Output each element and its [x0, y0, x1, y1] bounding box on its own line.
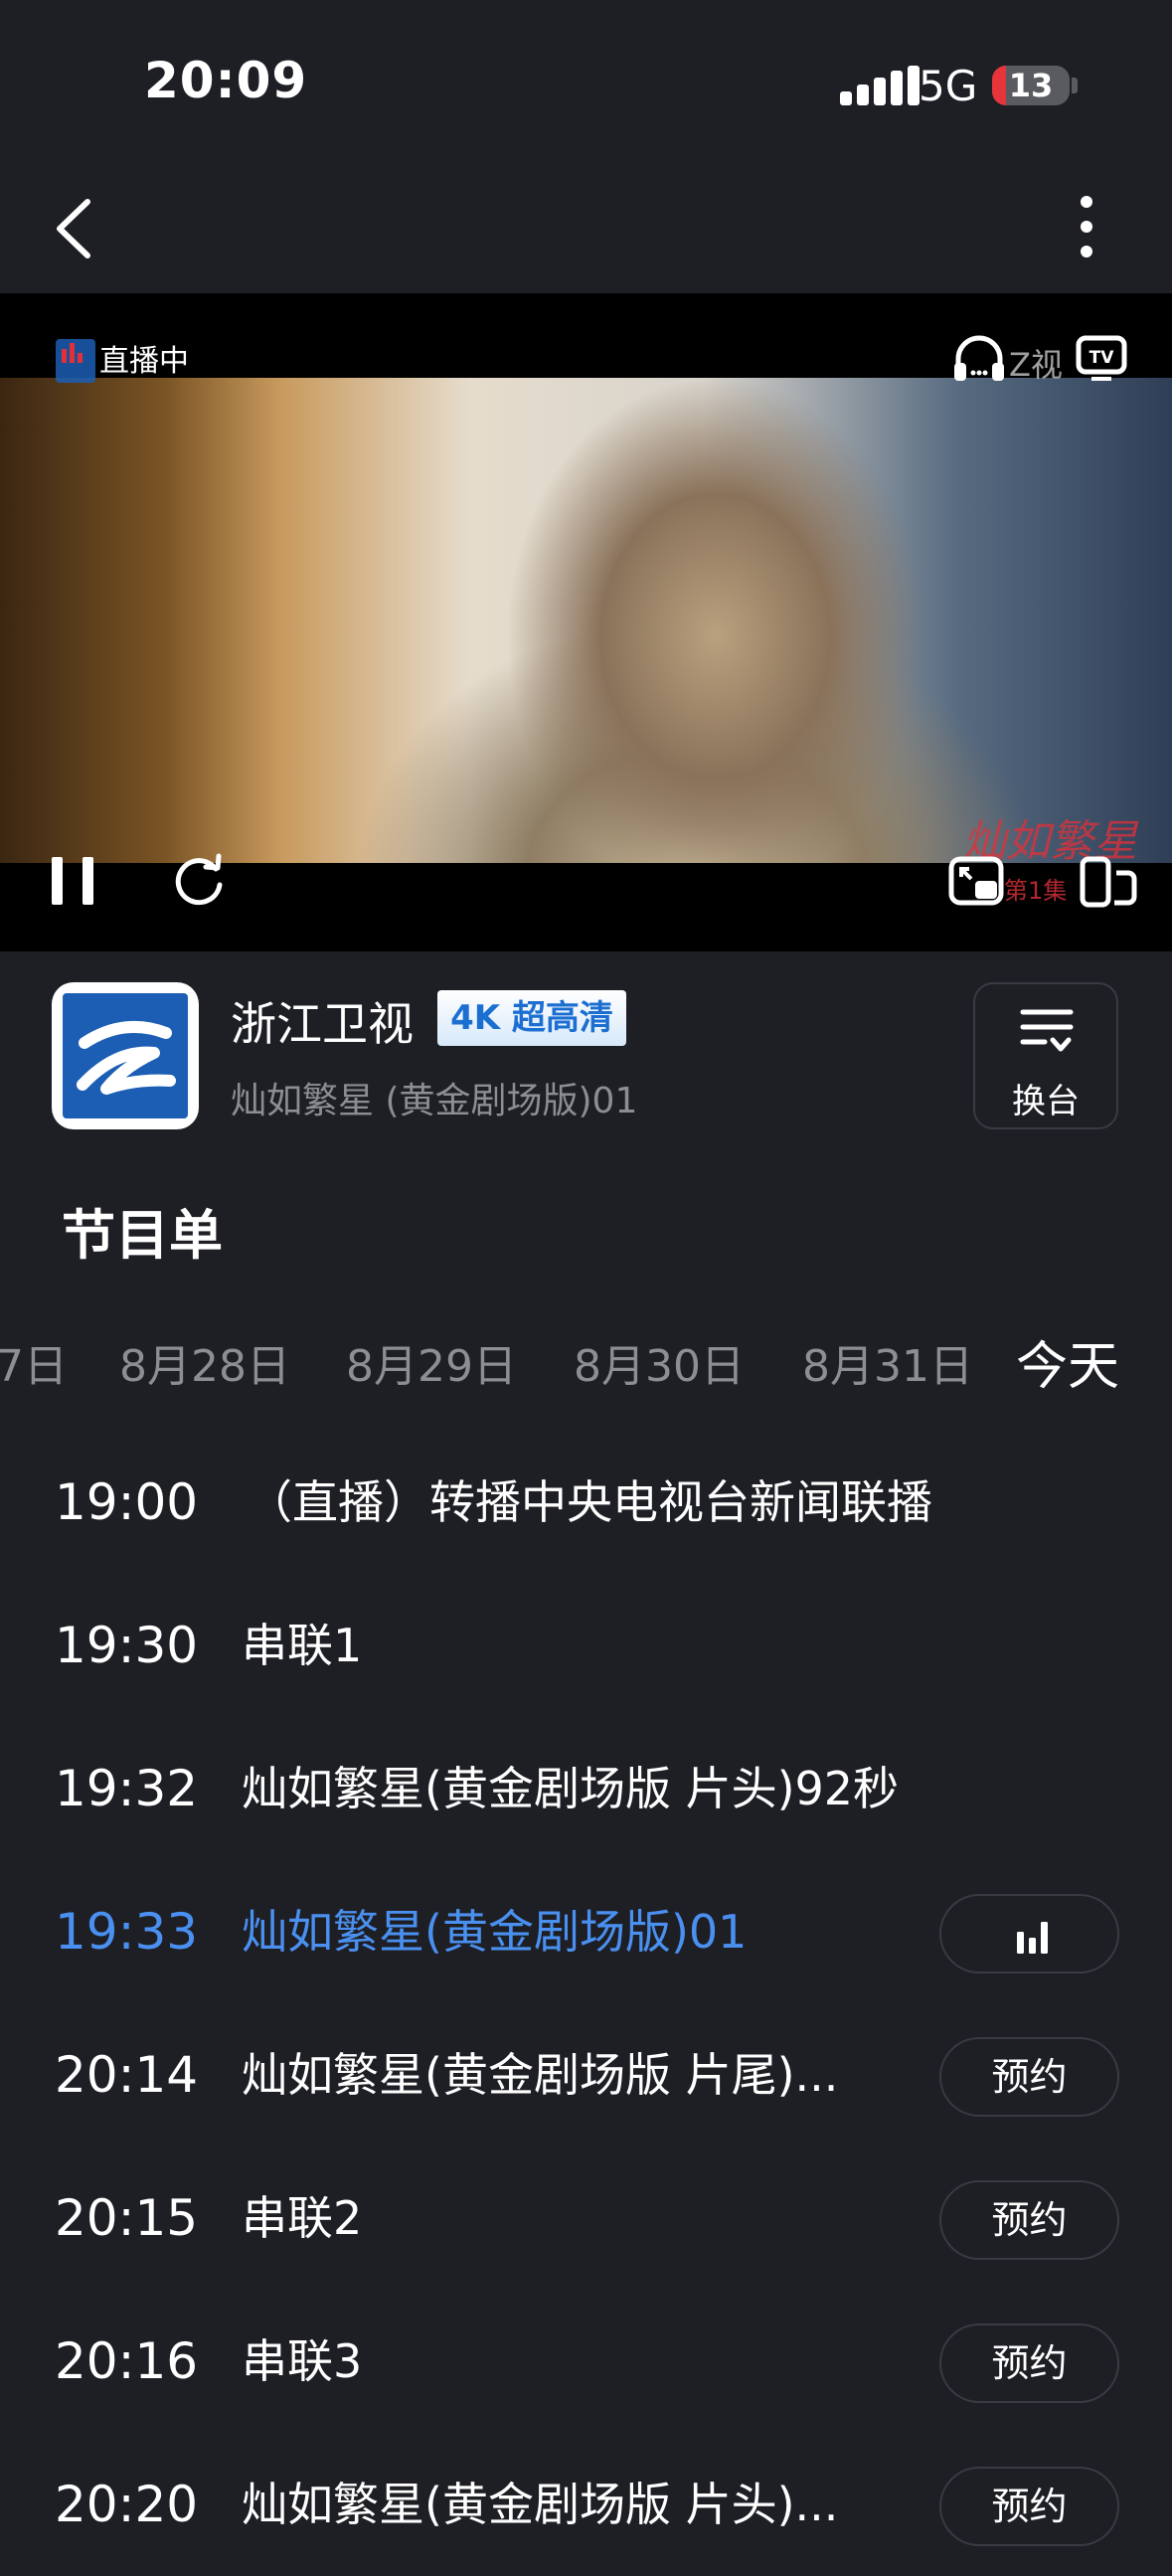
date-tab[interactable]: 8月29日 [346, 1330, 517, 1394]
episode-label: 第1集 [1004, 877, 1068, 905]
program-title: 灿如繁星(黄金剧场版 片尾)... [242, 2048, 839, 2102]
program-title: 灿如繁星(黄金剧场版)01 [242, 1905, 748, 1959]
program-row[interactable]: 19:00 （直播）转播中央电视台新闻联播 [0, 1431, 1172, 1574]
program-row-current[interactable]: 19:33 灿如繁星(黄金剧场版)01 [0, 1860, 1172, 2003]
zhejiang-logo-icon [77, 1020, 176, 1095]
battery-level: 13 [1008, 67, 1054, 104]
date-tab[interactable]: 8月28日 [119, 1330, 290, 1394]
reserve-button[interactable]: 预约 [939, 2037, 1119, 2117]
date-tab-today[interactable]: 今天 [1016, 1324, 1119, 1399]
switch-channel-button[interactable]: 换台 [973, 982, 1118, 1129]
program-title: 串联1 [242, 1619, 363, 1672]
battery-icon: 13 [992, 66, 1070, 105]
picture-in-picture-icon[interactable] [947, 853, 1009, 911]
program-row[interactable]: 19:32 灿如繁星(黄金剧场版 片头)92秒 [0, 1717, 1172, 1860]
program-time: 20:14 [55, 2046, 199, 2104]
network-type: 5G [919, 62, 978, 110]
channel-watermark: Z视 [1009, 346, 1063, 384]
program-title: 串联2 [242, 2191, 363, 2245]
program-time: 19:33 [55, 1903, 199, 1961]
reserve-button[interactable]: 预约 [939, 2323, 1119, 2403]
fullscreen-rotate-icon[interactable] [1077, 853, 1138, 911]
program-row[interactable]: 20:16 串联3 预约 [0, 2290, 1172, 2433]
svg-text:TV: TV [1089, 348, 1115, 368]
channel-name: 浙江卫视 [231, 997, 414, 1051]
signal-icon [840, 66, 920, 105]
date-tab[interactable]: 8月30日 [574, 1330, 745, 1394]
program-time: 19:30 [55, 1617, 199, 1674]
battery-cap [1072, 78, 1078, 93]
switch-channel-label: 换台 [1012, 1082, 1080, 1121]
cast-tv-icon[interactable]: TV [1076, 332, 1127, 382]
date-tab[interactable]: 7日 [0, 1330, 68, 1394]
program-row[interactable]: 20:20 灿如繁星(黄金剧场版 片头)... 预约 [0, 2433, 1172, 2576]
guide-title: 节目单 [62, 1204, 223, 1267]
channel-logo [52, 982, 199, 1129]
date-tab[interactable]: 8月31日 [802, 1330, 973, 1394]
program-title: 灿如繁星(黄金剧场版 片头)92秒 [242, 1762, 900, 1815]
more-icon[interactable] [1074, 194, 1099, 259]
live-logo-icon [56, 339, 95, 383]
program-row[interactable]: 20:15 串联2 预约 [0, 2147, 1172, 2290]
quality-badge: 4K 超高清 [437, 990, 626, 1046]
program-time: 19:32 [55, 1760, 199, 1817]
headphone-icon[interactable] [950, 333, 1008, 383]
reserve-button[interactable]: 预约 [939, 2467, 1119, 2546]
refresh-icon[interactable] [172, 853, 228, 909]
program-time: 20:15 [55, 2189, 199, 2247]
program-title: 串联3 [242, 2334, 363, 2388]
video-frame [0, 378, 1172, 863]
channel-list-icon [1020, 1009, 1074, 1052]
current-program: 灿如繁星 (黄金剧场版)01 [231, 1081, 638, 1121]
program-time: 20:16 [55, 2332, 199, 2390]
program-title: （直播）转播中央电视台新闻联播 [247, 1475, 932, 1529]
reserve-button[interactable]: 预约 [939, 2180, 1119, 2260]
now-playing-icon [1017, 1922, 1048, 1954]
program-time: 20:20 [55, 2476, 199, 2533]
program-title: 灿如繁星(黄金剧场版 片头)... [242, 2478, 839, 2531]
live-badge: 直播中 [99, 344, 189, 379]
program-row[interactable]: 19:30 串联1 [0, 1574, 1172, 1717]
program-time: 19:00 [55, 1473, 199, 1531]
back-icon[interactable] [50, 194, 99, 263]
program-row[interactable]: 20:14 灿如繁星(黄金剧场版 片尾)... 预约 [0, 2003, 1172, 2147]
pause-icon[interactable] [48, 855, 97, 907]
now-playing-button[interactable] [939, 1894, 1119, 1974]
status-time: 20:09 [144, 52, 308, 109]
